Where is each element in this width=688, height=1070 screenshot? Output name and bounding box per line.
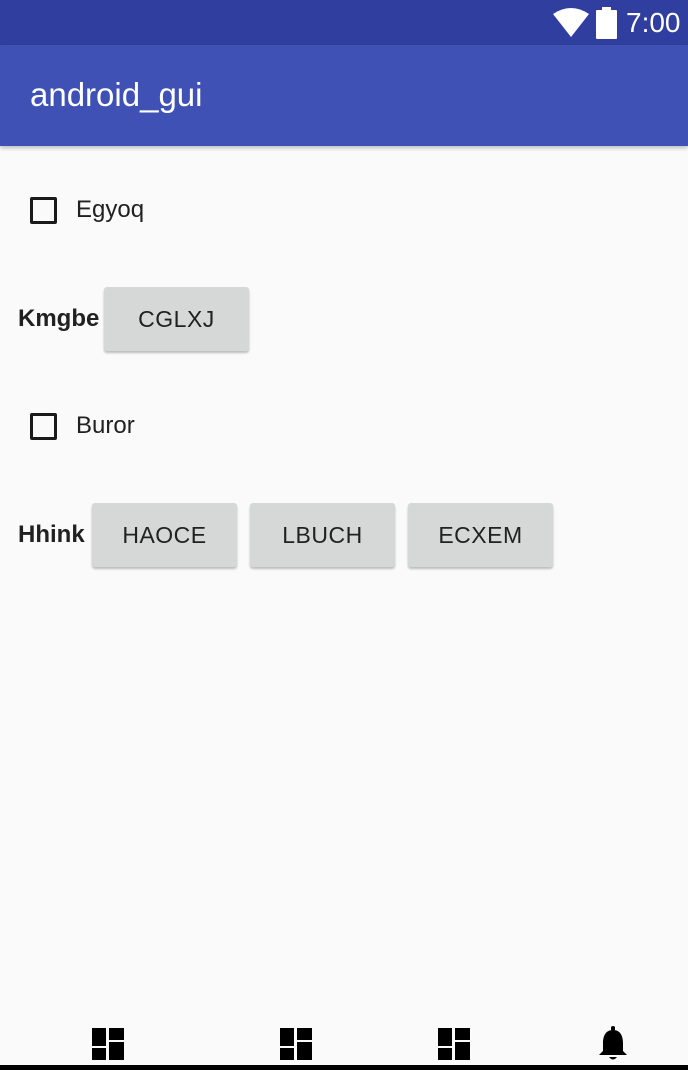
- bottom-nav: [0, 1020, 688, 1070]
- status-bar: 7:00: [0, 0, 688, 45]
- dashboard-icon[interactable]: [92, 1028, 124, 1060]
- row-label-hhink: Hhink: [18, 521, 85, 548]
- checkbox-label: Buror: [76, 412, 135, 439]
- haoce-button[interactable]: HAOCE: [92, 503, 237, 567]
- row-label-kmgbe: Kmgbe: [18, 305, 100, 332]
- checkbox-box[interactable]: [30, 197, 57, 224]
- dashboard-icon[interactable]: [438, 1028, 470, 1060]
- status-time: 7:00: [626, 7, 681, 38]
- notifications-icon[interactable]: [597, 1026, 629, 1062]
- lbuch-button[interactable]: LBUCH: [250, 503, 395, 567]
- app-title: android_gui: [30, 76, 203, 113]
- wifi-icon: [553, 8, 589, 37]
- app-bar: android_gui: [0, 45, 688, 146]
- battery-icon: [596, 7, 617, 39]
- checkbox-label: Egyoq: [76, 196, 145, 223]
- ecxem-button[interactable]: ECXEM: [408, 503, 553, 567]
- nav-divider: [0, 1065, 688, 1070]
- dashboard-icon[interactable]: [280, 1028, 312, 1060]
- checkbox-box[interactable]: [30, 413, 57, 440]
- cglxj-button[interactable]: CGLXJ: [104, 287, 249, 351]
